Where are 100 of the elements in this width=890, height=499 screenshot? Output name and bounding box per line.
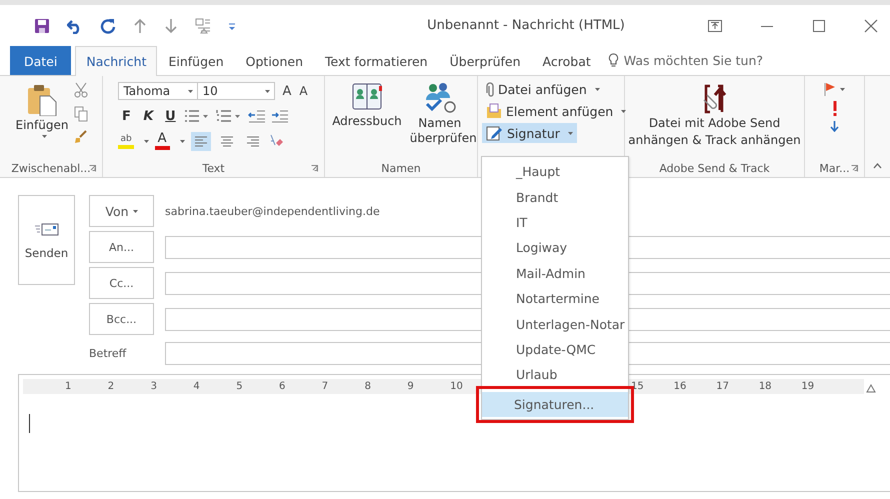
recipient-button[interactable]: Cc... [89, 267, 154, 299]
recipient-button[interactable]: Bcc... [89, 303, 154, 335]
customize-icon[interactable] [228, 20, 236, 30]
caret-icon [265, 90, 270, 92]
collapse-ribbon-icon[interactable] [873, 163, 882, 169]
ruler-number: 3 [150, 381, 158, 392]
caret-icon [568, 132, 573, 134]
decrease-indent-icon[interactable] [248, 110, 266, 122]
paintbrush-icon[interactable] [74, 130, 88, 144]
menu-item[interactable]: Update-QMC [482, 336, 628, 362]
menu-item[interactable]: IT [482, 210, 628, 236]
group-label: Namen [381, 162, 421, 174]
ribbon-tab[interactable]: Einfügen [157, 46, 235, 75]
caret-icon [144, 140, 149, 142]
menu-item[interactable]: Mail-Admin [482, 260, 628, 286]
caret-icon [42, 135, 46, 138]
down-arrow-icon[interactable] [164, 18, 178, 34]
up-arrow-icon[interactable] [133, 18, 147, 34]
group-label: Zwischenabl... [11, 162, 91, 174]
from-address: sabrina.taeuber@independentliving.de [165, 204, 380, 218]
caret-icon [132, 210, 138, 212]
underline-button[interactable]: U [162, 108, 178, 124]
signature-icon [486, 125, 503, 141]
paste-button[interactable]: Einfügen [14, 80, 70, 159]
scissors-icon[interactable] [74, 82, 88, 98]
group-label: Mar... [819, 162, 850, 174]
ruler-number: 6 [278, 381, 286, 392]
menu-item[interactable]: Signaturen... [482, 392, 628, 417]
menu-item[interactable]: _Haupt [482, 159, 628, 184]
window-title: Unbenannt - Nachricht (HTML) [426, 18, 626, 33]
ruler-number: 7 [322, 381, 330, 392]
maximize-icon[interactable] [812, 18, 826, 32]
dialog-launcher-icon[interactable] [311, 165, 318, 172]
lightbulb-icon [608, 53, 619, 68]
ruler-number: 19 [801, 381, 816, 392]
recipient-button[interactable]: An... [89, 231, 154, 263]
ribbon-tab[interactable]: Text formatieren [314, 46, 439, 75]
close-icon[interactable] [864, 18, 878, 32]
ribbon-tab[interactable]: Überprüfen [438, 46, 532, 75]
caret-icon [594, 88, 600, 91]
bold-button[interactable]: F [118, 108, 134, 124]
italic-button[interactable]: K [140, 108, 156, 124]
ruler-number: 18 [758, 381, 773, 392]
increase-indent-icon[interactable] [271, 110, 288, 122]
file-tab[interactable]: Datei [10, 46, 72, 75]
envelope-icon [34, 220, 60, 236]
shrink-font-button[interactable]: A [298, 84, 309, 98]
clipboard-icon [27, 84, 57, 116]
align-left-button[interactable] [190, 132, 211, 150]
paperclip-icon [486, 82, 494, 97]
save-icon[interactable] [34, 18, 50, 34]
menu-item[interactable]: Brandt [482, 184, 628, 210]
ruler-number: 2 [108, 381, 116, 392]
align-right-icon [246, 134, 260, 148]
ruler-number: 4 [193, 381, 201, 392]
bullet-list-icon[interactable] [184, 109, 210, 123]
ruler-number: 5 [236, 381, 244, 392]
align-left-icon [194, 134, 208, 148]
ribbon-tab[interactable]: Optionen [234, 46, 314, 75]
copy-icon[interactable] [74, 106, 88, 122]
redo-icon[interactable] [100, 18, 116, 34]
layout-icon[interactable] [195, 18, 211, 34]
ruler-number: 16 [674, 381, 688, 392]
down-arrow-icon[interactable] [830, 121, 839, 132]
highlight-button[interactable]: ab [118, 134, 134, 148]
attach-file-button[interactable]: Datei anfügen [482, 80, 604, 99]
address-book-button[interactable]: Adressbuch [330, 80, 404, 159]
ruler-number: 9 [407, 381, 415, 392]
clear-formatting-icon[interactable] [268, 134, 283, 148]
indent-marker-icon[interactable] [866, 383, 876, 393]
dialog-launcher-icon[interactable] [851, 165, 858, 172]
menu-item[interactable]: Unterlagen-Notar [482, 311, 628, 337]
group-label: Adobe Send & Track [659, 162, 770, 174]
search-field[interactable]: Was möchten Sie tun? [624, 53, 784, 68]
caret-icon [840, 88, 845, 90]
ribbon-tab[interactable]: Acrobat [532, 46, 602, 75]
ruler-number: 10 [450, 381, 464, 392]
ribbon-display-icon[interactable] [708, 20, 722, 32]
address-book-icon [352, 82, 382, 112]
grow-font-button[interactable]: A [281, 84, 292, 98]
flag-icon[interactable] [824, 82, 836, 96]
signature-button[interactable]: Signatur [482, 123, 577, 143]
menu-item[interactable]: Logiway [482, 235, 628, 261]
ruler-number: 17 [716, 381, 730, 392]
ribbon-tab[interactable]: Nachricht [75, 46, 158, 76]
ruler-number: 8 [364, 381, 372, 392]
exclamation-icon[interactable] [832, 101, 836, 116]
dialog-launcher-icon[interactable] [89, 165, 96, 172]
font-size-dropdown[interactable]: 10 [197, 82, 276, 100]
font-color-button[interactable]: A [154, 132, 170, 150]
numbered-list-icon[interactable] [216, 109, 242, 123]
caret-icon [621, 110, 626, 112]
align-center-icon [220, 134, 234, 148]
font-dropdown[interactable]: Tahoma [118, 82, 198, 100]
caret-icon [180, 140, 185, 142]
menu-item[interactable]: Notartermine [482, 286, 628, 312]
send-button[interactable]: Senden [18, 195, 75, 285]
folder-icon [486, 103, 502, 119]
from-button[interactable]: Von [89, 195, 154, 227]
text-cursor [29, 414, 30, 433]
